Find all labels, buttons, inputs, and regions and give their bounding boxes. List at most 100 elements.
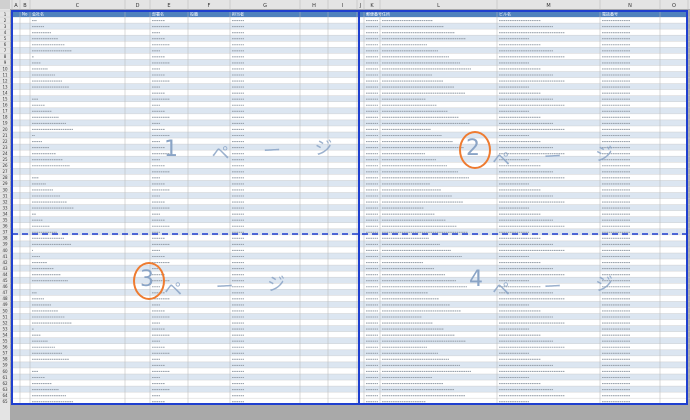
row-header-label[interactable]: 46 xyxy=(2,284,8,289)
row-header-label[interactable]: 61 xyxy=(2,375,8,380)
row-header-label[interactable]: 35 xyxy=(2,218,8,223)
column-header-label[interactable]: L xyxy=(437,3,440,9)
table-row xyxy=(12,222,688,229)
row-header-label[interactable]: 38 xyxy=(2,236,8,241)
row-header-label[interactable]: 55 xyxy=(2,339,8,344)
row-header-label[interactable]: 43 xyxy=(2,266,8,271)
row-header-label[interactable]: 26 xyxy=(2,163,8,168)
table-row xyxy=(12,29,688,36)
spreadsheet-grid[interactable]: A B C D E F G H I J K L M N O1234567891011121314151617… xyxy=(0,0,690,420)
row-header-label[interactable]: 29 xyxy=(2,181,8,186)
row-header-label[interactable]: 59 xyxy=(2,363,8,368)
row-header-label[interactable]: 27 xyxy=(2,169,8,174)
row-header-label[interactable]: 8 xyxy=(4,54,7,59)
column-header-label[interactable]: J xyxy=(359,3,361,9)
row-header-label[interactable]: 47 xyxy=(2,290,8,295)
column-header-label[interactable]: E xyxy=(167,3,170,9)
row-header-label[interactable]: 34 xyxy=(2,211,8,216)
row-header-label[interactable]: 56 xyxy=(2,345,8,350)
table-row xyxy=(12,198,688,205)
row-header-label[interactable]: 20 xyxy=(2,127,8,132)
row-header-label[interactable]: 42 xyxy=(2,260,8,265)
row-header-label[interactable]: 48 xyxy=(2,296,8,301)
table-header-cell[interactable]: No xyxy=(22,12,28,17)
row-header-label[interactable]: 31 xyxy=(2,193,8,198)
row-header-label[interactable]: 2 xyxy=(4,18,7,23)
row-header-label[interactable]: 51 xyxy=(2,314,8,319)
row-header-label[interactable]: 22 xyxy=(2,139,8,144)
column-header-label[interactable]: F xyxy=(208,3,211,9)
row-header-label[interactable]: 24 xyxy=(2,151,8,156)
row-header-label[interactable]: 65 xyxy=(2,399,8,404)
row-header-label[interactable]: 19 xyxy=(2,121,8,126)
table-row xyxy=(12,107,688,114)
column-header-label[interactable]: H xyxy=(312,3,316,9)
row-header-label[interactable]: 41 xyxy=(2,254,8,259)
row-header-label[interactable]: 49 xyxy=(2,302,8,307)
table-row xyxy=(12,83,688,90)
column-header-label[interactable]: O xyxy=(672,3,676,9)
row-header-label[interactable]: 12 xyxy=(2,78,8,83)
table-row xyxy=(12,331,688,338)
row-header-label[interactable]: 10 xyxy=(2,66,8,71)
row-header-label[interactable]: 60 xyxy=(2,369,8,374)
row-header-label[interactable]: 50 xyxy=(2,308,8,313)
row-header-label[interactable]: 6 xyxy=(4,42,7,47)
column-header-label[interactable]: N xyxy=(628,3,632,9)
row-header-label[interactable]: 40 xyxy=(2,248,8,253)
row-header-label[interactable]: 1 xyxy=(4,12,7,17)
table-row xyxy=(12,367,688,374)
column-header-label[interactable]: D xyxy=(136,3,140,9)
row-header-label[interactable]: 18 xyxy=(2,115,8,120)
row-header-label[interactable]: 33 xyxy=(2,205,8,210)
row-header-label[interactable]: 4 xyxy=(4,30,7,35)
spreadsheet-page-break-preview: A B C D E F G H I J K L M N O 1 2 3 4 5 6 7 8 9 10 11 12 13 14 15 16 17… xyxy=(0,0,690,420)
table-row xyxy=(12,41,688,48)
row-header-label[interactable]: 13 xyxy=(2,84,8,89)
row-header-label[interactable]: 7 xyxy=(4,48,7,53)
row-header-label[interactable]: 17 xyxy=(2,109,8,114)
row-header-label[interactable]: 37 xyxy=(2,230,8,235)
row-header-label[interactable]: 54 xyxy=(2,332,8,337)
row-header-label[interactable]: 9 xyxy=(4,60,7,65)
column-header-label[interactable]: B xyxy=(23,3,27,9)
page-4-number: 4 xyxy=(469,267,483,292)
select-all-corner[interactable] xyxy=(0,0,10,9)
row-header-label[interactable]: 15 xyxy=(2,97,8,102)
row-header-label[interactable]: 32 xyxy=(2,199,8,204)
table-row xyxy=(12,35,688,42)
row-header-label[interactable]: 44 xyxy=(2,272,8,277)
row-header-label[interactable]: 57 xyxy=(2,351,8,356)
row-header-label[interactable]: 14 xyxy=(2,90,8,95)
table-row xyxy=(12,119,688,126)
row-header-label[interactable]: 53 xyxy=(2,326,8,331)
row-header-label[interactable]: 64 xyxy=(2,393,8,398)
column-header-label[interactable]: G xyxy=(263,3,267,9)
column-header-label[interactable]: A xyxy=(14,3,18,9)
row-header-label[interactable]: 3 xyxy=(4,24,7,29)
row-header-label[interactable]: 23 xyxy=(2,145,8,150)
table-row xyxy=(12,355,688,362)
table-row xyxy=(12,180,688,187)
row-header-label[interactable]: 30 xyxy=(2,187,8,192)
row-header-label[interactable]: 62 xyxy=(2,381,8,386)
row-header-label[interactable]: 11 xyxy=(2,72,8,77)
column-header-label[interactable]: C xyxy=(76,3,80,9)
row-header-label[interactable]: 45 xyxy=(2,278,8,283)
table-row xyxy=(12,101,688,108)
row-header-label[interactable]: 16 xyxy=(2,103,8,108)
row-header-label[interactable]: 52 xyxy=(2,320,8,325)
row-header-label[interactable]: 5 xyxy=(4,36,7,41)
table-row xyxy=(12,343,688,350)
table-row xyxy=(12,132,688,139)
row-header-label[interactable]: 58 xyxy=(2,357,8,362)
row-header-label[interactable]: 28 xyxy=(2,175,8,180)
row-header-label[interactable]: 36 xyxy=(2,224,8,229)
row-header-label[interactable]: 25 xyxy=(2,157,8,162)
row-header-label[interactable]: 63 xyxy=(2,387,8,392)
column-header-label[interactable]: M xyxy=(546,3,550,9)
table-row xyxy=(12,246,688,253)
row-header-label[interactable]: 39 xyxy=(2,242,8,247)
row-header-label[interactable]: 21 xyxy=(2,133,8,138)
column-header-label[interactable]: I xyxy=(342,3,343,9)
